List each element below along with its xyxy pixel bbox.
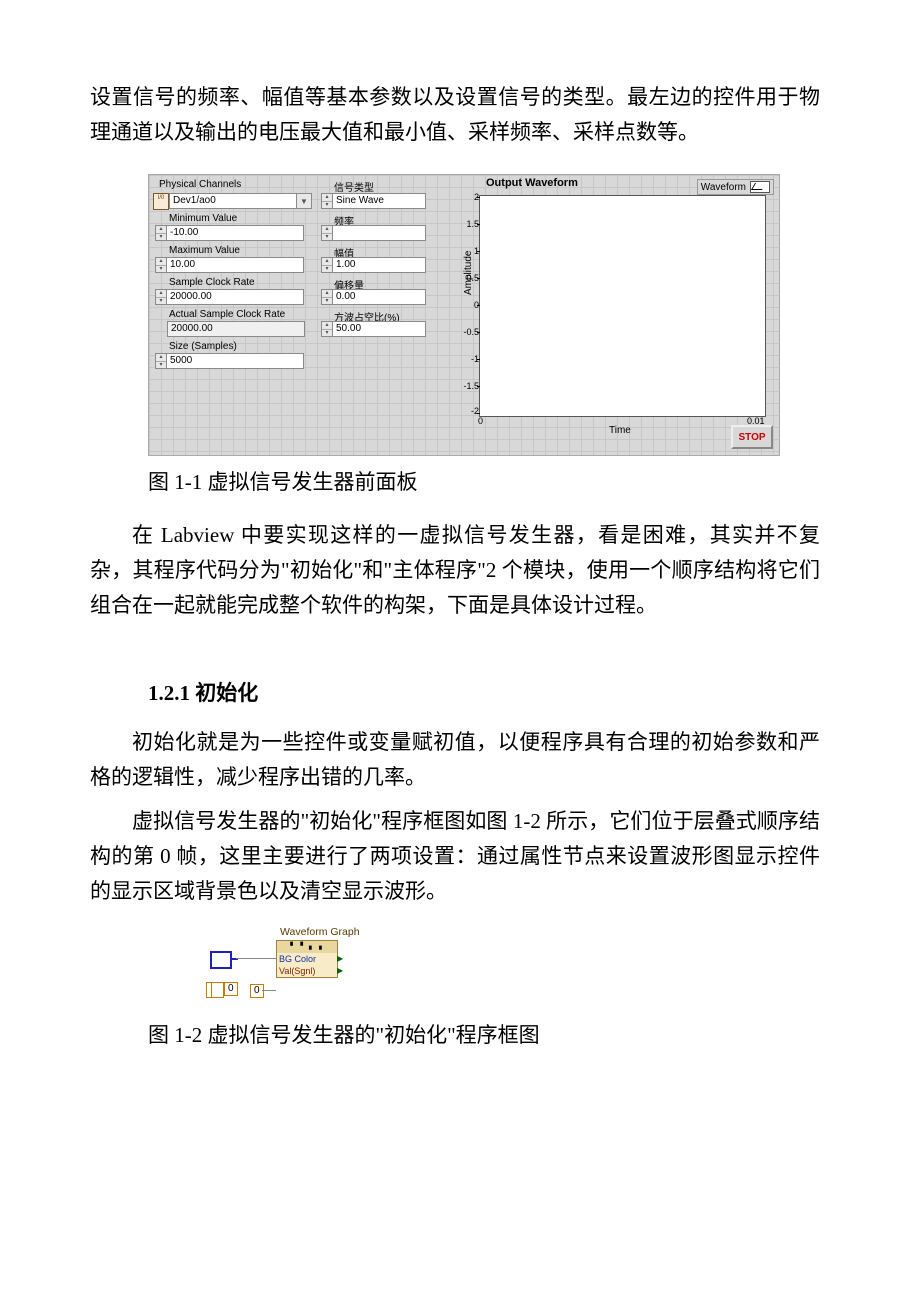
min-value-control[interactable]: ▴▾ -10.00 <box>155 225 304 241</box>
wire <box>236 958 276 959</box>
physical-channels-label: Physical Channels <box>159 179 241 190</box>
block-diagram: Waveform Graph ▘▝ ▖▗ ▶BG Color ▶Val(Sgnl… <box>210 926 380 1001</box>
max-value-field[interactable]: 10.00 <box>166 257 304 273</box>
waveform-graph-label: Waveform Graph <box>280 926 360 938</box>
sequence-frame-icon <box>210 982 224 998</box>
clock-rate-label: Sample Clock Rate <box>169 277 255 288</box>
spinner-icon[interactable]: ▴▾ <box>321 289 332 305</box>
tick-mark <box>477 197 480 198</box>
numeric-constant-0a: 0 <box>224 982 238 996</box>
cluster-constant-icon <box>210 951 232 969</box>
xtick: 0 <box>478 416 483 426</box>
property-bgcolor: ▶BG Color <box>277 953 337 965</box>
actual-clock-indicator: 20000.00 <box>167 321 305 337</box>
spinner-icon[interactable]: ▴▾ <box>155 225 166 241</box>
ytick: 2 <box>455 192 479 202</box>
spinner-icon[interactable]: ▴▾ <box>321 321 332 337</box>
signal-type-value[interactable]: Sine Wave <box>332 193 426 209</box>
frequency-field[interactable] <box>332 225 426 241</box>
ytick: 1.5 <box>455 219 479 229</box>
intro-paragraph: 设置信号的频率、幅值等基本参数以及设置信号的类型。最左边的控件用于物理通道以及输… <box>90 80 820 149</box>
clock-rate-control[interactable]: ▴▾ 20000.00 <box>155 289 304 305</box>
io-channel-icon: I/0 <box>153 193 169 210</box>
physical-channels-value: Dev1/ao0 <box>169 193 296 209</box>
signal-type-label: 信号类型 <box>334 179 374 194</box>
ytick: -1.5 <box>455 381 479 391</box>
property-node-header-icon: ▘▝ ▖▗ <box>277 941 337 953</box>
section-heading-1-2-1: 1.2.1 初始化 <box>148 677 820 707</box>
para-labview-overview: 在 Labview 中要实现这样的一虚拟信号发生器，看是困难，其实并不复杂，其程… <box>90 518 820 622</box>
chevron-down-icon[interactable]: ▼ <box>296 193 312 209</box>
tick-mark <box>477 359 480 360</box>
para-init-desc: 初始化就是为一些控件或变量赋初值，以便程序具有合理的初始参数和严格的逻辑性，减少… <box>90 725 820 794</box>
legend-series-name: Waveform <box>701 182 746 193</box>
spinner-icon[interactable]: ▴▾ <box>155 353 166 369</box>
min-value-label: Minimum Value <box>169 213 237 224</box>
figure-1-2: Waveform Graph ▘▝ ▖▗ ▶BG Color ▶Val(Sgnl… <box>210 926 380 1001</box>
offset-control[interactable]: ▴▾ 0.00 <box>321 289 426 305</box>
figure-1-1-caption: 图 1-1 虚拟信号发生器前面板 <box>148 466 820 496</box>
amplitude-field[interactable]: 1.00 <box>332 257 426 273</box>
chart-legend: Waveform <box>697 179 774 195</box>
tick-mark <box>477 224 480 225</box>
signal-type-control[interactable]: ▴▾ Sine Wave <box>321 193 426 209</box>
ytick: 0 <box>455 300 479 310</box>
spinner-icon[interactable]: ▴▾ <box>321 193 332 209</box>
offset-field[interactable]: 0.00 <box>332 289 426 305</box>
ytick: -0.5 <box>455 327 479 337</box>
duty-control[interactable]: ▴▾ 50.00 <box>321 321 426 337</box>
max-value-control[interactable]: ▴▾ 10.00 <box>155 257 304 273</box>
labview-front-panel: Physical Channels I/0 Dev1/ao0 ▼ Minimum… <box>148 174 780 456</box>
actual-clock-value: 20000.00 <box>167 321 305 337</box>
frequency-control[interactable]: ▴▾ <box>321 225 426 241</box>
size-control[interactable]: ▴▾ 5000 <box>155 353 304 369</box>
amplitude-control[interactable]: ▴▾ 1.00 <box>321 257 426 273</box>
tick-mark <box>477 278 480 279</box>
ytick: -2 <box>455 406 479 416</box>
actual-clock-label: Actual Sample Clock Rate <box>169 309 285 320</box>
tick-mark <box>477 413 480 414</box>
stop-button[interactable]: STOP <box>731 425 773 449</box>
ytick: 1 <box>455 246 479 256</box>
ytick: 0.5 <box>455 273 479 283</box>
physical-channels-dropdown[interactable]: Dev1/ao0 ▼ <box>169 193 312 209</box>
size-label: Size (Samples) <box>169 341 237 352</box>
tick-mark <box>477 251 480 252</box>
waveform-chart <box>479 195 766 417</box>
min-value-field[interactable]: -10.00 <box>166 225 304 241</box>
numeric-constant-0b: 0 <box>250 984 264 998</box>
spinner-icon[interactable]: ▴▾ <box>155 289 166 305</box>
legend-swatch-icon <box>750 181 770 193</box>
tick-mark <box>477 332 480 333</box>
chart-x-axis-label: Time <box>609 425 631 436</box>
spinner-icon[interactable]: ▴▾ <box>155 257 166 273</box>
property-valsgnl: ▶Val(Sgnl) <box>277 965 337 977</box>
clock-rate-field[interactable]: 20000.00 <box>166 289 304 305</box>
max-value-label: Maximum Value <box>169 245 240 256</box>
tick-mark <box>477 386 480 387</box>
tick-mark <box>477 305 480 306</box>
property-node: ▘▝ ▖▗ ▶BG Color ▶Val(Sgnl) <box>276 940 338 978</box>
spinner-icon[interactable]: ▴▾ <box>321 257 332 273</box>
duty-field[interactable]: 50.00 <box>332 321 426 337</box>
wire <box>262 990 276 991</box>
chart-title: Output Waveform <box>486 177 578 189</box>
spinner-icon[interactable]: ▴▾ <box>321 225 332 241</box>
figure-1-1: Physical Channels I/0 Dev1/ao0 ▼ Minimum… <box>148 174 820 456</box>
size-field[interactable]: 5000 <box>166 353 304 369</box>
para-init-diagram-desc: 虚拟信号发生器的"初始化"程序框图如图 1-2 所示，它们位于层叠式顺序结构的第… <box>90 804 820 908</box>
ytick: -1 <box>455 354 479 364</box>
figure-1-2-caption: 图 1-2 虚拟信号发生器的"初始化"程序框图 <box>148 1019 820 1049</box>
